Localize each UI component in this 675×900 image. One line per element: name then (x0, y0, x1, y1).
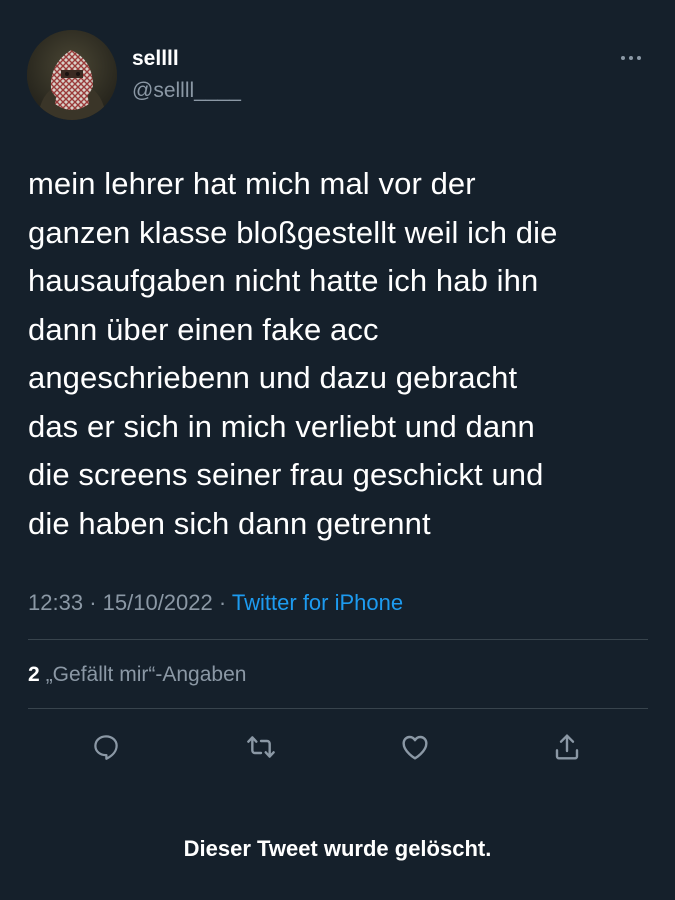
retweet-icon (247, 736, 275, 758)
likes-label: „Gefällt mir“-Angaben (45, 663, 247, 686)
likes-stat[interactable]: 2 „Gefällt mir“-Angaben (28, 663, 246, 687)
tweet-text: mein lehrer hat mich mal vor der ganzen … (28, 166, 558, 541)
display-name[interactable]: sellll (132, 47, 179, 71)
share-icon (555, 734, 579, 760)
retweet-button[interactable] (241, 727, 281, 767)
tweet-time[interactable]: 12:33 (28, 590, 83, 615)
more-dot (621, 56, 625, 60)
divider (28, 639, 648, 640)
tweet-detail: sellll @sellll____ mein lehrer hat mich … (0, 0, 675, 900)
share-button[interactable] (547, 727, 587, 767)
heart-icon (402, 735, 428, 760)
avatar[interactable] (27, 30, 117, 120)
likes-count: 2 (28, 663, 40, 686)
tweet-date[interactable]: 15/10/2022 (103, 590, 213, 615)
tweet-meta: 12:33 · 15/10/2022 · Twitter for iPhone (28, 590, 403, 616)
more-dot (629, 56, 633, 60)
tweet-source-link[interactable]: Twitter for iPhone (232, 590, 403, 615)
user-handle[interactable]: @sellll____ (132, 79, 241, 103)
like-button[interactable] (395, 727, 435, 767)
divider (28, 708, 648, 709)
meta-separator: · (218, 590, 227, 615)
reply-icon (94, 735, 118, 760)
meta-separator: · (89, 590, 97, 615)
more-options-icon[interactable] (613, 46, 649, 70)
deleted-notice: Dieser Tweet wurde gelöscht. (183, 836, 492, 861)
more-dot (637, 56, 641, 60)
reply-button[interactable] (86, 727, 126, 767)
avatar-photo (27, 30, 117, 120)
